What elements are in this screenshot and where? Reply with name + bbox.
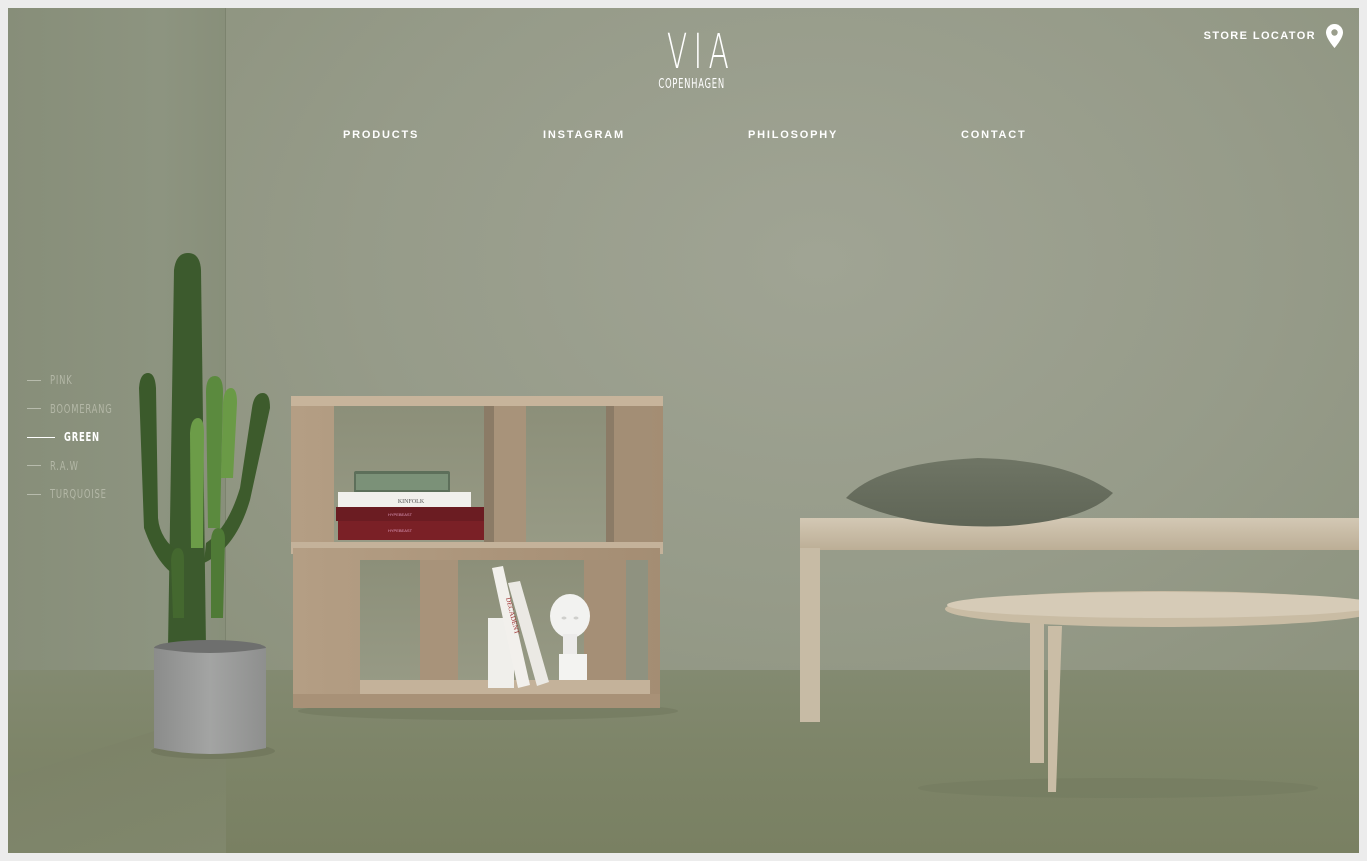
brand-logo[interactable]: VIA COPENHAGEN <box>648 24 736 92</box>
table-shadow <box>918 778 1318 798</box>
bookshelf <box>291 396 663 708</box>
nav-item-philosophy[interactable]: PHILOSOPHY <box>748 129 838 141</box>
color-option-boomerang[interactable]: BOOMERANG <box>27 395 130 424</box>
pillow <box>846 458 1113 527</box>
cactus-plant <box>139 253 270 648</box>
color-variant-list: PINK BOOMERANG GREEN R.A.W TURQUOISE <box>27 366 130 509</box>
color-option-dash <box>27 436 55 438</box>
color-option-label: R.A.W <box>50 458 79 473</box>
plant-pot <box>154 640 266 754</box>
color-option-raw[interactable]: R.A.W <box>27 452 130 481</box>
book-spine-red-1: HYPEBEAST <box>388 512 413 517</box>
color-option-turquoise[interactable]: TURQUOISE <box>27 480 130 509</box>
book-spine-kinfolk: KINFOLK <box>398 499 425 505</box>
color-option-dash <box>27 379 41 381</box>
color-option-dash <box>27 493 41 495</box>
color-option-pink[interactable]: PINK <box>27 366 130 395</box>
nav-item-products[interactable]: PRODUCTS <box>343 129 419 141</box>
map-pin-icon <box>1326 24 1343 48</box>
main-nav: PRODUCTS INSTAGRAM PHILOSOPHY CONTACT <box>8 129 1359 143</box>
color-option-label: GREEN <box>64 430 100 445</box>
brand-tagline: COPENHAGEN <box>658 77 725 92</box>
color-option-green[interactable]: GREEN <box>27 423 130 452</box>
book-spine-red-2: HYPEBEAST <box>388 528 413 533</box>
store-locator-link[interactable]: STORE LOCATOR <box>1204 24 1343 48</box>
nav-item-instagram[interactable]: INSTAGRAM <box>543 129 625 141</box>
color-option-label: PINK <box>50 373 73 388</box>
color-option-dash <box>27 465 41 467</box>
brand-name: VIA <box>666 24 736 80</box>
store-locator-label: STORE LOCATOR <box>1203 30 1316 42</box>
color-option-label: BOOMERANG <box>50 401 113 416</box>
color-option-label: TURQUOISE <box>50 487 107 502</box>
nav-item-contact[interactable]: CONTACT <box>961 129 1027 141</box>
coffee-table <box>945 591 1359 792</box>
color-option-dash <box>27 408 41 410</box>
hero-viewport: KINFOLK HYPEBEAST HYPEBEAST DECADENT VIA… <box>8 8 1359 853</box>
